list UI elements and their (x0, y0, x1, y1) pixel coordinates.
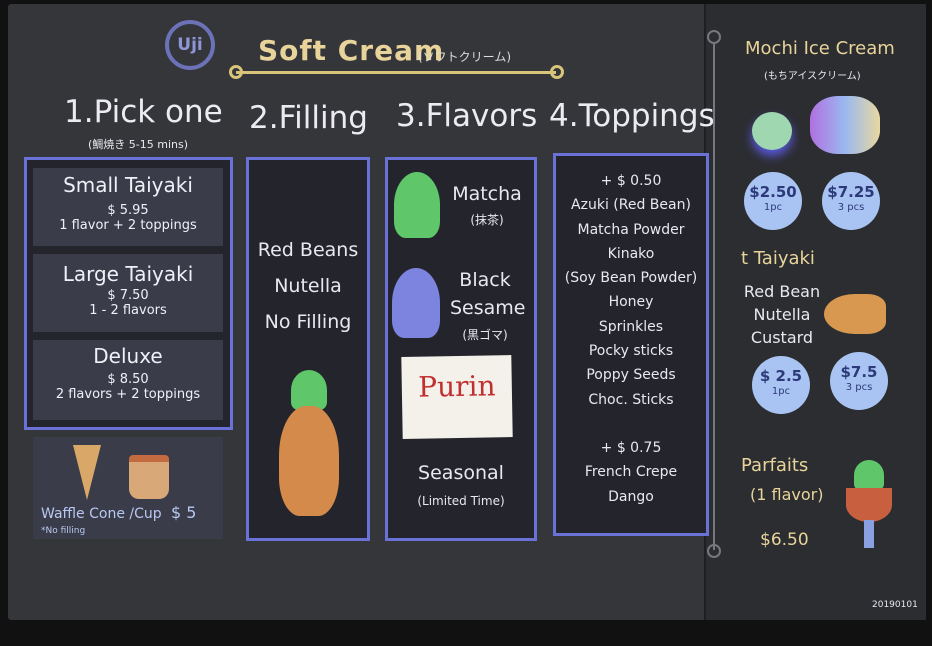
option-price: $ 5.95 (107, 203, 149, 218)
flavor-jp: (抹茶) (470, 213, 504, 227)
parfait-image (846, 460, 892, 548)
waffle-cone-icon (73, 445, 101, 500)
topping-item[interactable]: Kinako (556, 242, 706, 266)
option-detail: 1 - 2 flavors (89, 303, 167, 318)
side-divider-bottom (707, 544, 721, 558)
page-title-jp: (ソフトクリーム) (418, 50, 512, 64)
topping-item[interactable]: Azuki (Red Bean) (556, 193, 706, 217)
option-name: Deluxe (93, 344, 163, 368)
filling-red-beans[interactable]: Red Beans (249, 232, 367, 268)
topping-item[interactable]: Poppy Seeds (556, 363, 706, 387)
cone-cup-card[interactable]: Waffle Cone /Cup $ 5 *No filling (33, 437, 223, 539)
taiyaki-title: t Taiyaki (741, 248, 815, 269)
flavor-name: Matcha (452, 183, 522, 205)
cone-price: $ 5 (171, 503, 197, 522)
filling-nutella[interactable]: Nutella (249, 268, 367, 304)
taiyaki-filling: Custard (750, 328, 814, 347)
seasonal-label: Seasonal (418, 462, 504, 484)
parfaits-sub: (1 flavor) (750, 485, 824, 504)
taiyaki-filling: Red Bean (743, 282, 821, 301)
matcha-swirl-icon (394, 172, 440, 238)
side-divider-top (707, 30, 721, 44)
taiyaki-fillings: Red Bean Nutella Custard (740, 280, 824, 349)
black-sesame-swirl-icon (392, 268, 440, 338)
seasonal-sub: (Limited Time) (417, 494, 505, 508)
toppings-box: + $ 0.50 Azuki (Red Bean) Matcha Powder Ki… (553, 153, 709, 536)
page-title: Soft Cream (258, 34, 445, 67)
step2-title: 2.Filling (249, 100, 368, 136)
topping-item[interactable]: Pocky sticks (556, 339, 706, 363)
divider-end-left (229, 65, 243, 79)
option-name: Large Taiyaki (62, 262, 194, 286)
flavor-name: Black Sesame (450, 269, 526, 319)
cup-icon (129, 455, 169, 499)
filling-box: Red Beans Nutella No Filling (246, 157, 370, 541)
flavor-seasonal[interactable]: Seasonal (Limited Time) (388, 462, 534, 508)
parfaits-title: Parfaits (741, 455, 809, 476)
flavor-matcha[interactable]: Matcha (抹茶) (444, 183, 530, 228)
option-detail: 1 flavor + 2 toppings (59, 218, 197, 233)
topping-item[interactable]: Sprinkles (556, 315, 706, 339)
cone-note: *No filling (41, 526, 86, 536)
taiyaki-filling: Nutella (753, 305, 811, 324)
topping-item[interactable]: Choc. Sticks (556, 388, 706, 412)
step3-title: 3.Flavors (396, 98, 538, 134)
option-price: $ 7.50 (107, 288, 149, 303)
taiyaki-sundae-image (279, 370, 339, 520)
topping-item[interactable]: Honey (556, 290, 706, 314)
taiyaki-fish-image (824, 294, 886, 334)
option-price: $ 8.50 (107, 372, 149, 387)
parfaits-price: $6.50 (760, 530, 809, 550)
mochi-title: Mochi Ice Cream (745, 38, 895, 59)
logo: Uji (165, 20, 215, 70)
option-deluxe[interactable]: Deluxe $ 8.50 2 flavors + 2 toppings (33, 340, 223, 420)
toppings-price-tier1: + $ 0.50 (600, 173, 662, 189)
option-detail: 2 flavors + 2 toppings (55, 387, 201, 402)
step1-title: 1.Pick one (64, 94, 223, 130)
taiyaki-price-1pc: $ 2.5 1pc (752, 356, 810, 414)
cone-label: Waffle Cone /Cup (41, 506, 162, 522)
mochi-price-3pcs: $7.25 3 pcs (822, 172, 880, 230)
mochi-green-image (752, 112, 792, 150)
side-divider-line (713, 44, 715, 550)
topping-item[interactable]: Dango (556, 485, 706, 509)
flavor-black-sesame[interactable]: Black Sesame (黒ゴマ) (440, 266, 530, 343)
mochi-assorted-image (810, 96, 880, 154)
step4-title: 4.Toppings (549, 98, 715, 134)
toppings-price-tier2: + $ 0.75 (600, 439, 662, 456)
topping-item[interactable]: Matcha Powder (556, 218, 706, 242)
flavor-jp: (黒ゴマ) (462, 328, 508, 342)
option-small-taiyaki[interactable]: Small Taiyaki $ 5.95 1 flavor + 2 toppin… (33, 168, 223, 246)
topping-item[interactable]: (Soy Bean Powder) (556, 266, 706, 290)
filling-none[interactable]: No Filling (249, 304, 367, 340)
option-name: Small Taiyaki (63, 173, 193, 197)
topping-item[interactable]: French Crepe (556, 460, 706, 484)
taiyaki-price-3pcs: $7.5 3 pcs (830, 352, 888, 410)
purin-note: Purin (401, 355, 513, 439)
step1-subtitle: (鯛焼き 5-15 mins) (88, 138, 189, 151)
option-large-taiyaki[interactable]: Large Taiyaki $ 7.50 1 - 2 flavors (33, 254, 223, 332)
mochi-jp: (もちアイスクリーム) (764, 71, 861, 82)
divider-end-right (550, 65, 564, 79)
screen-code: 20190101 (872, 600, 918, 610)
mochi-price-1pc: $2.50 1pc (744, 172, 802, 230)
title-divider (236, 71, 556, 74)
